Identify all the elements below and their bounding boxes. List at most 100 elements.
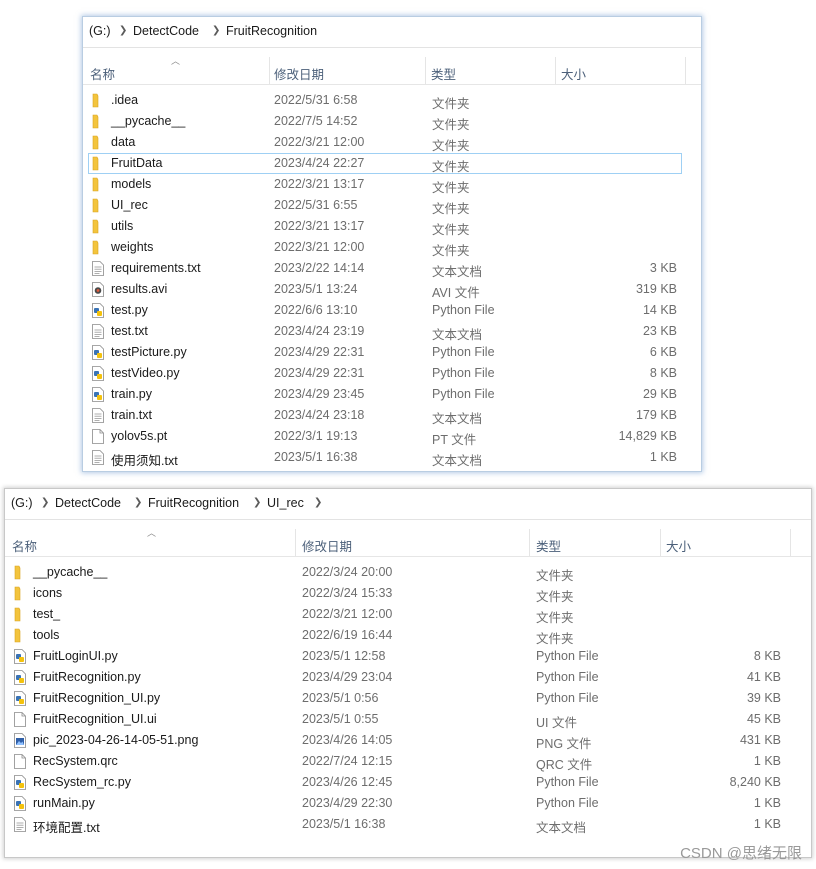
file-type: 文件夹 — [432, 139, 470, 153]
file-type: Python File — [536, 649, 599, 663]
file-date: 2023/4/29 23:04 — [302, 670, 393, 684]
file-row[interactable]: train.py 2023/4/29 23:45 Python File 29 KB — [83, 384, 701, 405]
file-row[interactable]: __pycache__ 2022/3/24 20:00 文件夹 — [5, 562, 811, 583]
column-header-size[interactable]: 大小 — [666, 536, 691, 555]
folder-icon — [91, 177, 105, 192]
chevron-right-icon: ❯ — [212, 25, 221, 36]
file-row[interactable]: FruitRecognition_UI.py 2023/5/1 0:56 Pytho… — [5, 688, 811, 709]
file-row[interactable]: models 2022/3/21 13:17 文件夹 — [83, 174, 701, 195]
python-file-icon — [91, 366, 105, 381]
file-row[interactable]: results.avi 2023/5/1 13:24 AVI 文件 319 KB — [83, 279, 701, 300]
file-row[interactable]: data 2022/3/21 12:00 文件夹 — [83, 132, 701, 153]
file-row[interactable]: icons 2022/3/24 15:33 文件夹 — [5, 583, 811, 604]
file-row[interactable]: FruitRecognition.py 2023/4/29 23:04 Python… — [5, 667, 811, 688]
file-row[interactable]: __pycache__ 2022/7/5 14:52 文件夹 — [83, 111, 701, 132]
file-type: 文本文档 — [432, 265, 483, 279]
folder-icon — [91, 135, 105, 150]
python-file-icon — [13, 796, 27, 811]
blank-file-icon — [13, 754, 27, 769]
file-date: 2022/3/21 12:00 — [274, 135, 365, 149]
file-date: 2023/4/29 23:45 — [274, 387, 365, 401]
file-name: FruitRecognition_UI.py — [33, 691, 161, 705]
file-type: Python File — [536, 691, 599, 705]
address-bar[interactable]: (G:) ❯ DetectCode ❯ FruitRecognition — [83, 17, 701, 48]
file-name: yolov5s.pt — [111, 429, 168, 443]
column-divider[interactable] — [790, 529, 791, 556]
file-row[interactable]: pic_2023-04-26-14-05-51.png 2023/4/26 14:… — [5, 730, 811, 751]
file-date: 2022/3/21 12:00 — [274, 240, 365, 254]
file-name: runMain.py — [33, 796, 95, 810]
column-divider[interactable] — [555, 57, 556, 84]
file-name: tools — [33, 628, 60, 642]
explorer-window-fruitrecognition: (G:) ❯ DetectCode ❯ FruitRecognition ︿ 名… — [82, 16, 702, 472]
file-row[interactable]: test.py 2022/6/6 13:10 Python File 14 KB — [83, 300, 701, 321]
file-name: 环境配置.txt — [33, 821, 100, 835]
file-size: 1 KB — [753, 817, 781, 831]
file-row[interactable]: runMain.py 2023/4/29 22:30 Python File 1 KB — [5, 793, 811, 814]
breadcrumb-drive[interactable]: (G:) — [11, 496, 33, 510]
address-bar[interactable]: (G:) ❯ DetectCode ❯ FruitRecognition ❯ U… — [5, 489, 811, 520]
file-name: models — [111, 177, 152, 191]
file-row[interactable]: requirements.txt 2023/2/22 14:14 文本文档 3 KB — [83, 258, 701, 279]
file-type: Python File — [536, 775, 599, 789]
breadcrumb-detectcode[interactable]: DetectCode — [55, 496, 121, 510]
file-size: 23 KB — [642, 324, 677, 338]
file-row[interactable]: testVideo.py 2023/4/29 22:31 Python File 8 … — [83, 363, 701, 384]
file-size: 29 KB — [642, 387, 677, 401]
file-date: 2022/7/24 12:15 — [302, 754, 393, 768]
column-divider[interactable] — [685, 57, 686, 84]
chevron-right-icon: ❯ — [314, 497, 323, 508]
column-header-name[interactable]: 名称 — [90, 64, 115, 83]
column-header-size[interactable]: 大小 — [561, 64, 586, 83]
column-header-date[interactable]: 修改日期 — [274, 64, 324, 83]
file-row[interactable]: RecSystem.qrc 2022/7/24 12:15 QRC 文件 1 KB — [5, 751, 811, 772]
column-divider[interactable] — [269, 57, 270, 84]
file-row[interactable]: yolov5s.pt 2022/3/1 19:13 PT 文件 14,829 KB — [83, 426, 701, 447]
file-row[interactable]: test_ 2022/3/21 12:00 文件夹 — [5, 604, 811, 625]
file-row[interactable]: .idea 2022/5/31 6:58 文件夹 — [83, 90, 701, 111]
file-row[interactable]: test.txt 2023/4/24 23:19 文本文档 23 KB — [83, 321, 701, 342]
chevron-right-icon: ❯ — [41, 497, 50, 508]
file-row[interactable]: weights 2022/3/21 12:00 文件夹 — [83, 237, 701, 258]
file-date: 2022/7/5 14:52 — [274, 114, 358, 128]
breadcrumb-detectcode[interactable]: DetectCode — [133, 24, 199, 38]
file-name: train.txt — [111, 408, 152, 422]
file-row[interactable]: 使用须知.txt 2023/5/1 16:38 文本文档 1 KB — [83, 447, 701, 468]
folder-icon — [13, 586, 27, 601]
breadcrumb-fruitrecognition[interactable]: FruitRecognition — [148, 496, 239, 510]
file-size: 14,829 KB — [618, 429, 677, 443]
file-size: 319 KB — [635, 282, 677, 296]
column-header-type[interactable]: 类型 — [536, 536, 561, 555]
column-divider[interactable] — [295, 529, 296, 556]
file-name: RecSystem_rc.py — [33, 775, 131, 789]
file-name: testVideo.py — [111, 366, 180, 380]
file-name: icons — [33, 586, 63, 600]
file-row[interactable]: 环境配置.txt 2023/5/1 16:38 文本文档 1 KB — [5, 814, 811, 835]
file-row[interactable]: train.txt 2023/4/24 23:18 文本文档 179 KB — [83, 405, 701, 426]
file-type: Python File — [432, 303, 495, 317]
column-header-name[interactable]: 名称 — [12, 536, 37, 555]
column-header-type[interactable]: 类型 — [431, 64, 456, 83]
file-date: 2023/5/1 12:58 — [302, 649, 386, 663]
file-row[interactable]: RecSystem_rc.py 2023/4/26 12:45 Python Fil… — [5, 772, 811, 793]
file-name: weights — [111, 240, 154, 254]
column-divider[interactable] — [529, 529, 530, 556]
breadcrumb-ui-rec[interactable]: UI_rec — [267, 496, 304, 510]
column-header-date[interactable]: 修改日期 — [302, 536, 352, 555]
breadcrumb-drive[interactable]: (G:) — [89, 24, 111, 38]
file-date: 2023/5/1 16:38 — [302, 817, 386, 831]
file-name: train.py — [111, 387, 152, 401]
file-row[interactable]: tools 2022/6/19 16:44 文件夹 — [5, 625, 811, 646]
column-divider[interactable] — [425, 57, 426, 84]
file-size: 39 KB — [746, 691, 781, 705]
file-row[interactable]: FruitLoginUI.py 2023/5/1 12:58 Python File… — [5, 646, 811, 667]
file-row[interactable]: UI_rec 2022/5/31 6:55 文件夹 — [83, 195, 701, 216]
file-row[interactable]: testPicture.py 2023/4/29 22:31 Python File… — [83, 342, 701, 363]
file-row[interactable]: utils 2022/3/21 13:17 文件夹 — [83, 216, 701, 237]
file-date: 2023/5/1 16:38 — [274, 450, 358, 464]
column-divider[interactable] — [660, 529, 661, 556]
file-row[interactable]: FruitData 2023/4/24 22:27 文件夹 — [83, 153, 701, 174]
breadcrumb-fruitrecognition[interactable]: FruitRecognition — [226, 24, 317, 38]
file-row[interactable]: FruitRecognition_UI.ui 2023/5/1 0:55 UI 文件… — [5, 709, 811, 730]
python-file-icon — [91, 345, 105, 360]
